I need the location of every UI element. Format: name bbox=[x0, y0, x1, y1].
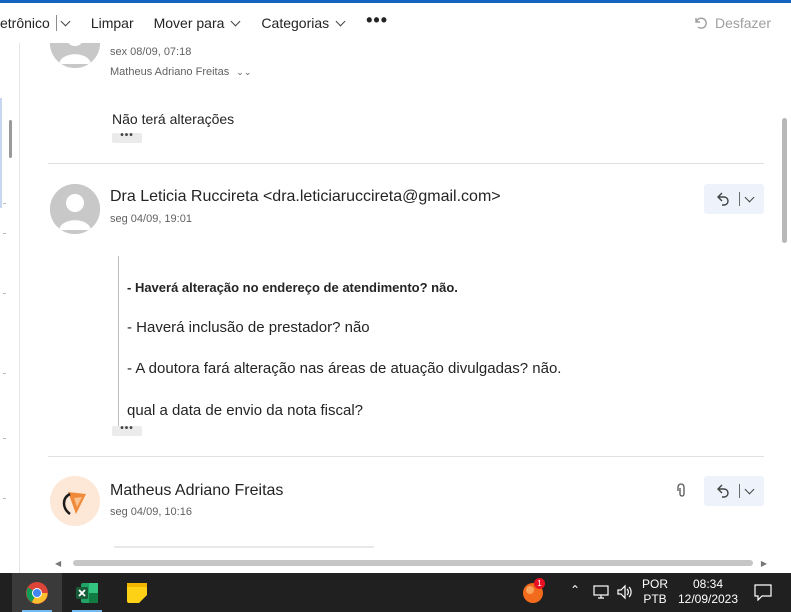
undo-button[interactable]: Desfazer bbox=[693, 15, 771, 31]
avatar bbox=[50, 43, 100, 68]
chevron-down-icon bbox=[335, 16, 346, 26]
show-more-button[interactable]: ••• bbox=[112, 131, 142, 143]
excel-icon bbox=[76, 582, 98, 603]
attachment-icon bbox=[677, 483, 685, 497]
expand-recipients-icon[interactable]: ⌄⌄ bbox=[236, 67, 251, 77]
selection-indicator bbox=[0, 98, 2, 208]
split-divider bbox=[55, 15, 57, 31]
message-body-line: - A doutora fará alteração nas áreas de … bbox=[127, 360, 562, 377]
tick bbox=[3, 373, 6, 374]
more-actions-button[interactable]: ••• bbox=[366, 3, 388, 43]
clear-button[interactable]: Limpar bbox=[91, 3, 134, 43]
network-icon[interactable] bbox=[593, 585, 611, 600]
reply-split-button[interactable] bbox=[704, 476, 764, 506]
avatar bbox=[50, 184, 100, 234]
vertical-scrollbar-thumb[interactable] bbox=[782, 118, 787, 243]
reply-icon[interactable] bbox=[715, 191, 731, 207]
message-body-line: - Haverá inclusão de prestador? não bbox=[127, 319, 370, 336]
tick bbox=[3, 203, 6, 204]
vertical-scrollbar[interactable] bbox=[776, 43, 791, 573]
language-code: POR bbox=[641, 577, 668, 591]
notification-app[interactable]: 1 bbox=[522, 578, 545, 609]
message-divider bbox=[48, 456, 764, 457]
sticky-notes-icon bbox=[127, 582, 147, 603]
split-divider bbox=[739, 484, 740, 498]
tick bbox=[3, 438, 6, 439]
reply-split-button[interactable] bbox=[704, 184, 764, 214]
message-date: sex 08/09, 07:18 bbox=[110, 46, 192, 58]
toolbar-truncated-label: etrônico bbox=[0, 15, 50, 31]
chevron-down-icon[interactable] bbox=[60, 16, 71, 26]
taskbar-excel[interactable] bbox=[62, 573, 112, 612]
windows-taskbar: 1 ⌃ POR PTB 08:34 12/09/2023 bbox=[0, 573, 791, 612]
message-body-line: qual a data de envio da nota fiscal? bbox=[127, 402, 364, 419]
chevron-down-icon[interactable] bbox=[744, 484, 755, 495]
notifications-icon[interactable] bbox=[754, 584, 772, 601]
chrome-icon bbox=[26, 581, 48, 604]
show-more-button[interactable]: ••• bbox=[112, 424, 142, 436]
folder-pane-edge bbox=[0, 43, 20, 573]
undo-label: Desfazer bbox=[714, 15, 771, 31]
split-divider bbox=[739, 192, 740, 206]
sender-name[interactable]: Matheus Adriano Freitas bbox=[110, 482, 283, 500]
message-divider bbox=[48, 163, 764, 164]
reading-pane: sex 08/09, 07:18 Matheus Adriano Freitas… bbox=[20, 43, 776, 548]
move-to-button[interactable]: Mover para bbox=[153, 3, 241, 43]
move-to-label: Mover para bbox=[153, 15, 225, 31]
taskbar-chrome[interactable] bbox=[12, 573, 62, 612]
more-icon: ••• bbox=[366, 9, 389, 30]
categories-label: Categorias bbox=[261, 15, 330, 31]
message-body-line: - Haverá alteração no endereço de atendi… bbox=[127, 280, 458, 295]
horizontal-scrollbar[interactable]: ◀ ▶ bbox=[55, 558, 767, 568]
notification-badge: 1 bbox=[534, 578, 545, 589]
categories-button[interactable]: Categorias bbox=[261, 3, 346, 43]
message-body-line: Não terá alterações bbox=[112, 111, 235, 127]
tick bbox=[3, 233, 6, 234]
taskbar-sticky-notes[interactable] bbox=[112, 573, 162, 612]
clear-label: Limpar bbox=[90, 15, 134, 31]
left-scrollbar-thumb[interactable] bbox=[9, 120, 12, 158]
chevron-down-icon bbox=[230, 16, 241, 26]
person-icon bbox=[50, 43, 100, 68]
keyboard-layout: PTB bbox=[643, 592, 667, 606]
tick bbox=[3, 498, 6, 499]
command-toolbar: etrônico Limpar Mover para Categorias ••… bbox=[0, 3, 791, 43]
reply-icon[interactable] bbox=[715, 483, 731, 499]
clock-time: 08:34 bbox=[692, 577, 724, 591]
chevron-up-icon[interactable]: ⌃ bbox=[570, 583, 580, 597]
avatar bbox=[50, 476, 100, 526]
clock[interactable]: 08:34 12/09/2023 bbox=[674, 577, 742, 607]
input-language[interactable]: POR PTB bbox=[640, 577, 670, 607]
scroll-left-icon[interactable]: ◀ bbox=[55, 559, 61, 568]
message-preview-placeholder bbox=[114, 546, 374, 548]
recipient-name: Matheus Adriano Freitas bbox=[110, 66, 230, 78]
undo-icon bbox=[695, 17, 707, 29]
chevron-down-icon[interactable] bbox=[744, 192, 755, 203]
recipients-line[interactable]: Matheus Adriano Freitas ⌄⌄ bbox=[110, 66, 251, 78]
clock-date: 12/09/2023 bbox=[677, 592, 739, 606]
tick bbox=[3, 293, 6, 294]
horizontal-scrollbar-thumb[interactable] bbox=[73, 560, 753, 566]
quote-bar bbox=[118, 256, 119, 433]
person-icon bbox=[50, 184, 100, 234]
toolbar-truncated-item[interactable]: etrônico bbox=[0, 3, 71, 43]
message-date: seg 04/09, 10:16 bbox=[110, 506, 192, 518]
volume-icon[interactable] bbox=[616, 584, 634, 600]
sender-name[interactable]: Dra Leticia Ruccireta <dra.leticiaruccir… bbox=[110, 188, 501, 206]
company-logo-icon bbox=[50, 476, 100, 526]
message-date: seg 04/09, 19:01 bbox=[110, 213, 192, 225]
scroll-right-icon[interactable]: ▶ bbox=[761, 559, 767, 568]
